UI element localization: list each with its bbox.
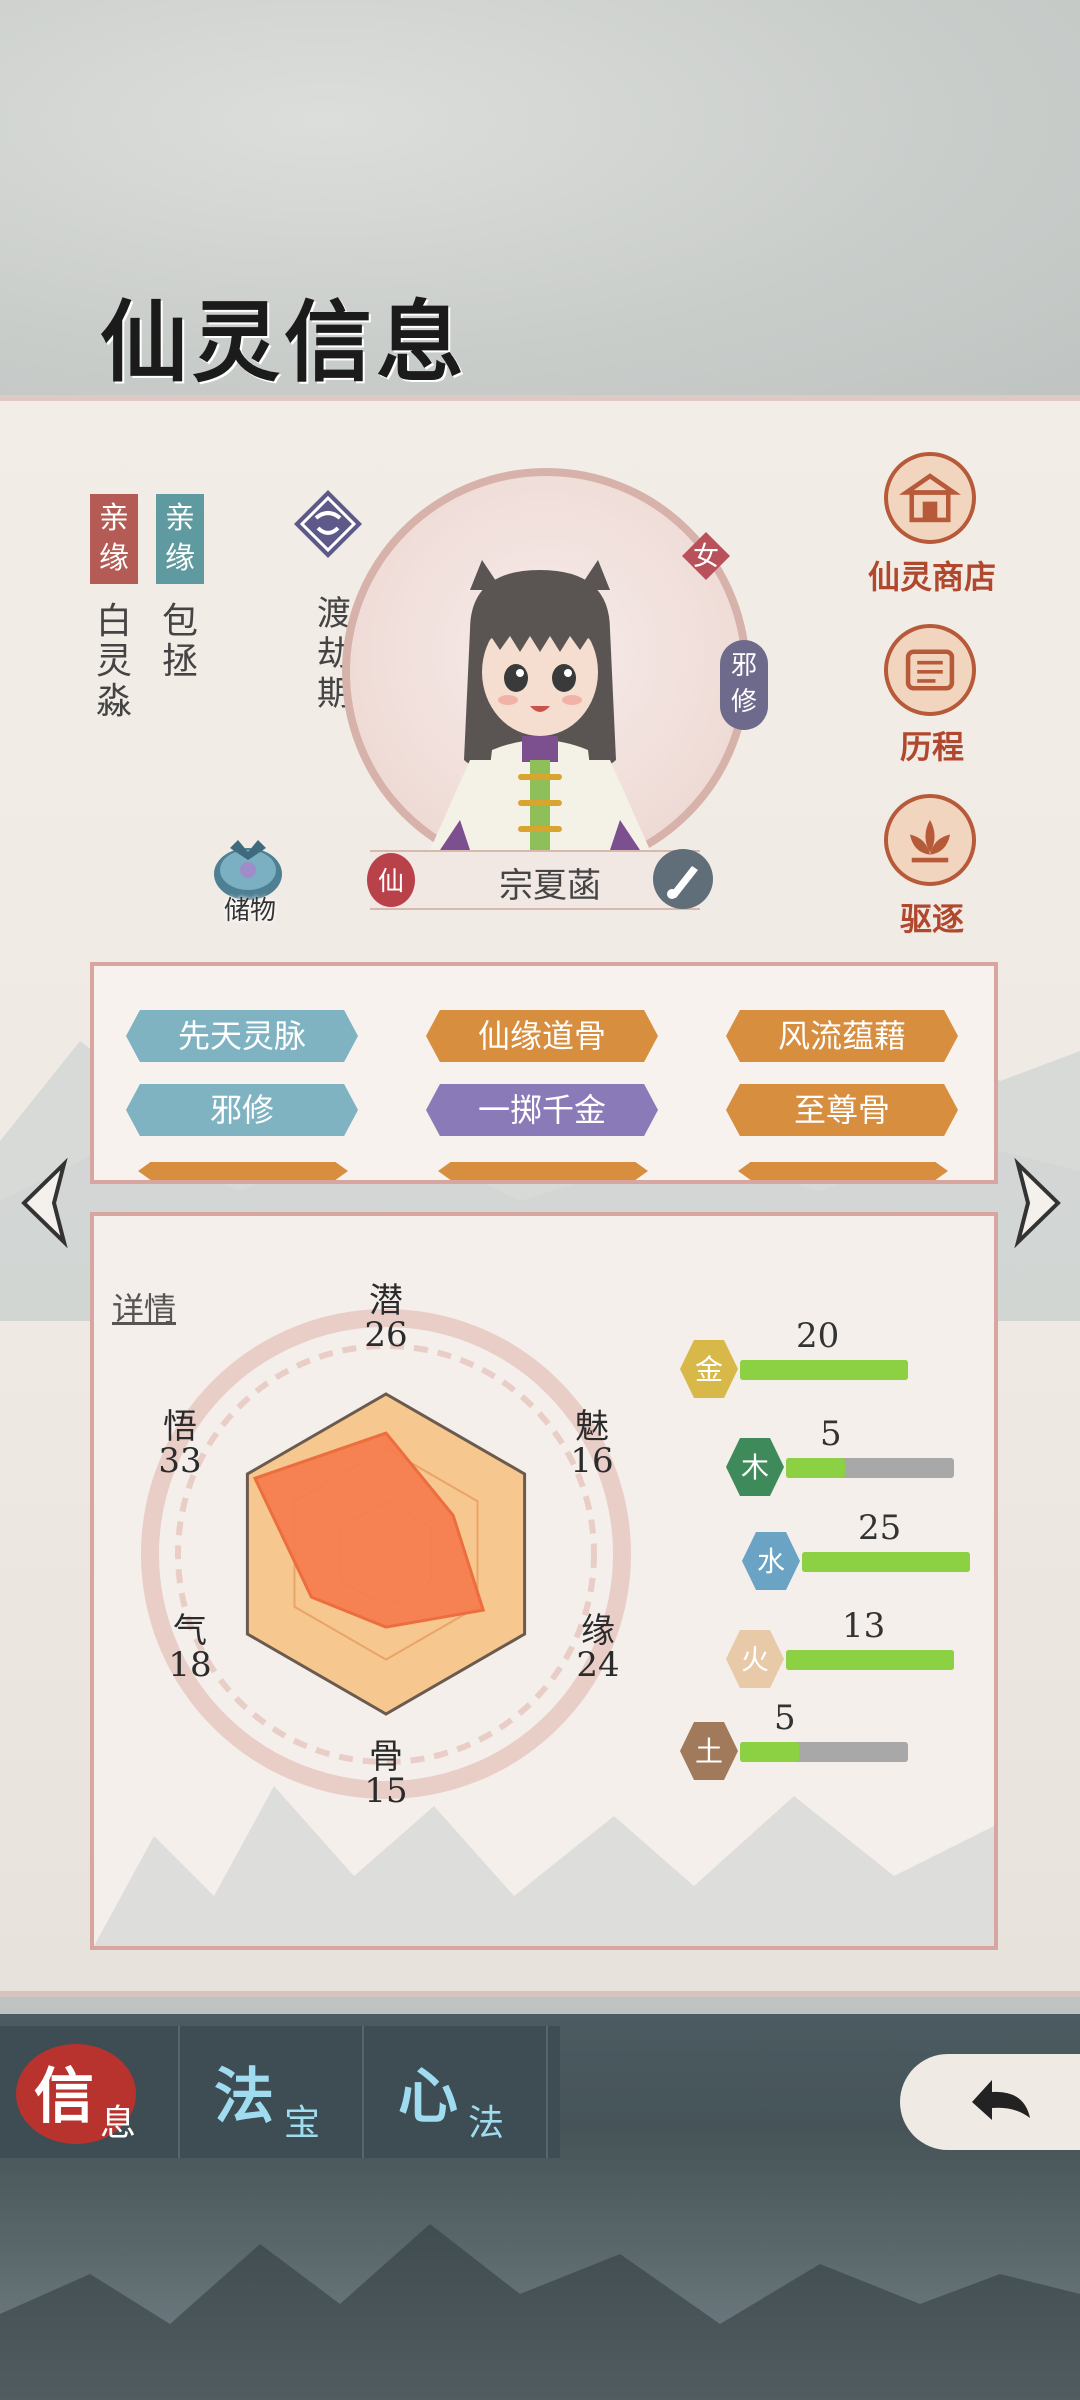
element-icon: 土 [680, 1722, 738, 1780]
element-value: 25 [858, 1508, 902, 1548]
svg-text:女: 女 [693, 542, 719, 572]
tab-treasure[interactable]: 法 宝 [184, 2026, 364, 2158]
radar-label-insight: 悟 [163, 1407, 197, 1447]
svg-text:木: 木 [741, 1451, 769, 1484]
tab-info-small: 息 [100, 2103, 137, 2144]
side-shop-label[interactable]: 仙灵商店 [852, 552, 1012, 598]
character-portrait[interactable] [430, 560, 650, 850]
trait-pill[interactable]: 风流蕴藉 [726, 1010, 958, 1062]
attribute-radar-chart [141, 1309, 631, 1799]
prev-arrow-icon[interactable] [14, 1158, 74, 1248]
back-button[interactable] [900, 2054, 1080, 2150]
relation-tag-2: 亲缘 [156, 494, 204, 584]
character-name: 宗夏菡 [499, 866, 601, 906]
radar-label-qi: 气 [173, 1611, 207, 1651]
storage-label: 储物 [223, 896, 276, 926]
radar-value-charm: 16 [570, 1441, 614, 1481]
trait-pill[interactable]: 先天灵脉 [126, 1010, 358, 1062]
element-value: 13 [842, 1606, 886, 1646]
svg-text:金: 金 [695, 1353, 723, 1386]
element-bar-fill [740, 1360, 908, 1380]
trait-pill-partial [138, 1162, 348, 1180]
tab-treasure-big: 法 [214, 2062, 274, 2132]
tab-method[interactable]: 心 法 [368, 2026, 548, 2158]
relation-tag-1: 亲缘 [90, 494, 138, 584]
page-title: 仙灵信息 [100, 290, 469, 394]
realm-icon [294, 490, 362, 558]
rename-brush-icon[interactable] [652, 848, 714, 910]
svg-text:仙: 仙 [378, 867, 404, 897]
element-icon: 金 [680, 1340, 738, 1398]
radar-label-bone: 骨 [369, 1737, 403, 1777]
relation-name-1[interactable]: 白灵淼 [92, 602, 136, 722]
element-icon: 火 [726, 1630, 784, 1688]
trait-pill-partial [438, 1162, 648, 1180]
element-bar-fill [802, 1552, 970, 1572]
traits-panel [90, 962, 998, 1184]
element-icon: 木 [726, 1438, 784, 1496]
element-value: 5 [774, 1698, 796, 1738]
tab-info-big: 信 [34, 2062, 94, 2132]
element-value: 5 [820, 1414, 842, 1454]
scroll-icon[interactable] [884, 624, 976, 716]
element-bar-fill [740, 1742, 799, 1762]
svg-text:火: 火 [741, 1643, 769, 1676]
race-badge: 仙 [367, 853, 415, 907]
svg-text:土: 土 [695, 1735, 723, 1768]
tab-info[interactable]: 信 息 [0, 2026, 180, 2158]
radar-label-fate: 缘 [581, 1611, 615, 1651]
radar-value-qi: 18 [168, 1645, 212, 1685]
trait-pill-partial [738, 1162, 948, 1180]
side-history-label[interactable]: 历程 [852, 722, 1012, 768]
relation-name-2[interactable]: 包拯 [158, 602, 202, 682]
radar-value-fate: 24 [576, 1645, 620, 1685]
element-icon: 水 [742, 1532, 800, 1590]
trait-pill[interactable]: 邪修 [126, 1084, 358, 1136]
tab-method-small: 法 [468, 2103, 505, 2144]
element-value: 20 [796, 1316, 840, 1356]
bottom-mountains [0, 2224, 1080, 2400]
gender-badge: 女 [682, 532, 730, 580]
radar-value-potential: 26 [364, 1315, 408, 1355]
trait-pill[interactable]: 一掷千金 [426, 1084, 658, 1136]
back-arrow-icon [972, 2080, 1030, 2120]
radar-label-potential: 潜 [369, 1281, 403, 1321]
radar-value-bone: 15 [364, 1771, 408, 1811]
side-expel-label[interactable]: 驱逐 [852, 894, 1012, 940]
svg-text:水: 水 [757, 1545, 785, 1578]
lotus-icon[interactable] [884, 794, 976, 886]
sect-badge: 邪修 [720, 640, 768, 730]
trait-pill[interactable]: 仙缘道骨 [426, 1010, 658, 1062]
trait-pill[interactable]: 至尊骨 [726, 1084, 958, 1136]
radar-label-charm: 魅 [575, 1407, 609, 1447]
next-arrow-icon[interactable] [1008, 1158, 1068, 1248]
radar-value-insight: 33 [158, 1441, 202, 1481]
tab-treasure-small: 宝 [284, 2103, 321, 2144]
tab-method-big: 心 [398, 2062, 458, 2132]
element-bar-fill [786, 1458, 845, 1478]
element-bar-fill [786, 1650, 954, 1670]
shop-icon[interactable] [884, 452, 976, 544]
